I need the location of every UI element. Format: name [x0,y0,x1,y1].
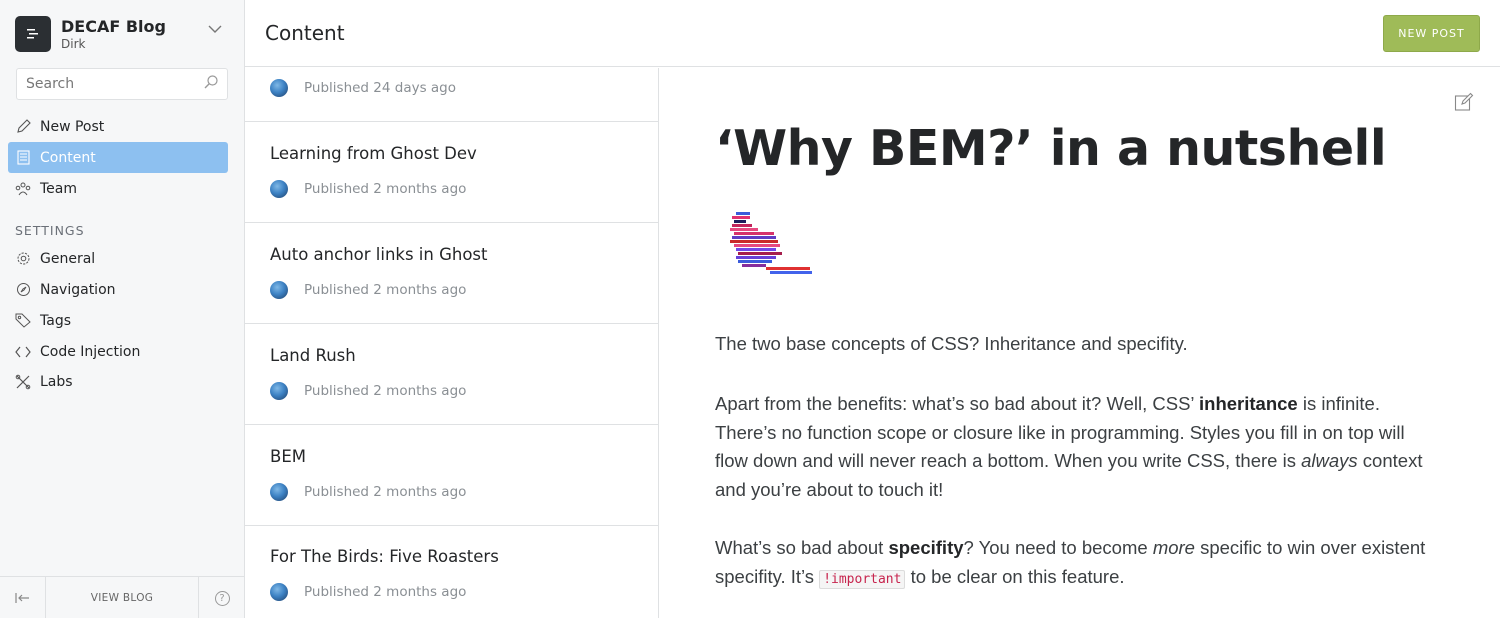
nav-navigation-label: Navigation [40,281,116,298]
post-meta: Published 2 months ago [270,483,466,501]
post-status: Published 2 months ago [304,282,467,298]
nav-general-label: General [40,250,96,267]
team-icon [15,181,31,197]
post-item[interactable]: Published 24 days ago [245,68,658,122]
paragraph-1: The two base concepts of CSS? Inheritanc… [715,333,1188,354]
inline-code: !important [819,569,906,589]
post-item[interactable]: For The Birds: Five Roasters Published 2… [245,526,658,618]
p3-text-c: ? You need to become [963,537,1153,558]
view-blog-link[interactable]: VIEW BLOG [46,577,198,618]
nav-team-label: Team [40,180,78,197]
search-icon [204,75,218,89]
post-list: Published 24 days ago Learning from Ghos… [245,68,659,618]
new-post-button[interactable]: NEW POST [1383,15,1480,52]
post-preview: ‘Why BEM?’ in a nutshell The two base co… [660,68,1500,618]
labs-icon [15,374,31,390]
avatar [270,382,288,400]
nav-tags[interactable]: Tags [0,305,245,336]
p3-text-f: to be clear on this feature. [905,565,1125,587]
nav-labs-label: Labs [40,373,73,390]
search-placeholder: Search [26,76,75,92]
compass-icon [15,282,31,298]
p2-text-a: Apart from the benefits: what’s so bad a… [715,393,1199,414]
post-title: Land Rush [270,346,356,365]
nav-code-injection[interactable]: Code Injection [0,336,245,367]
collapse-sidebar-icon[interactable] [0,577,46,618]
avatar [270,79,288,97]
user-name: Dirk [61,37,86,51]
nav-new-post[interactable]: New Post [0,111,245,142]
search-input[interactable]: Search [16,68,228,100]
nav-new-post-label: New Post [40,118,105,135]
post-title: BEM [270,447,306,466]
avatar [270,281,288,299]
page-header: Content NEW POST [245,0,1500,67]
sidebar: DECAF Blog Dirk Search New Post Content … [0,0,245,618]
avatar [270,483,288,501]
page-title: Content [265,21,345,45]
p3-bold: specifity [888,537,964,558]
content-icon [15,150,31,166]
avatar [270,583,288,601]
nav-content-label: Content [40,149,96,166]
post-item[interactable]: Land Rush Published 2 months ago [245,324,658,425]
nav-navigation[interactable]: Navigation [0,274,245,305]
nav-code-injection-label: Code Injection [40,343,141,360]
post-heading: ‘Why BEM?’ in a nutshell [715,120,1387,177]
nav-general[interactable]: General [0,243,245,274]
edit-icon[interactable] [1454,92,1474,112]
nav-tags-label: Tags [40,312,71,329]
post-meta: Published 24 days ago [270,79,456,97]
tag-icon [15,313,31,329]
nav-content[interactable]: Content [8,142,228,173]
nav-labs[interactable]: Labs [0,366,245,397]
post-status: Published 2 months ago [304,383,467,399]
p2-bold: inheritance [1199,393,1298,414]
avatar [270,180,288,198]
post-meta: Published 2 months ago [270,180,466,198]
bem-illustration [730,212,812,274]
post-title: Learning from Ghost Dev [270,144,477,163]
nav-team[interactable]: Team [0,173,245,204]
pencil-icon [15,119,31,135]
help-icon: ? [214,590,230,606]
post-item[interactable]: BEM Published 2 months ago [245,425,658,526]
post-meta: Published 2 months ago [270,281,466,299]
blog-title: DECAF Blog [61,17,166,36]
post-status: Published 2 months ago [304,484,467,500]
post-title: For The Birds: Five Roasters [270,547,499,566]
sidebar-footer: VIEW BLOG ? [0,576,245,618]
blog-logo-icon [15,16,51,52]
gear-icon [15,251,31,267]
p2-italic: always [1301,450,1358,471]
post-meta: Published 2 months ago [270,382,466,400]
p3-italic: more [1152,537,1195,558]
post-status: Published 24 days ago [304,80,457,96]
post-status: Published 2 months ago [304,181,467,197]
blog-switcher[interactable]: DECAF Blog Dirk [15,16,230,56]
settings-header: SETTINGS [15,223,85,238]
post-item[interactable]: Auto anchor links in Ghost Published 2 m… [245,223,658,324]
post-item[interactable]: Learning from Ghost Dev Published 2 mont… [245,122,658,223]
paragraph-2: Apart from the benefits: what’s so bad a… [715,390,1435,504]
chevron-down-icon[interactable] [208,22,222,38]
post-title: Auto anchor links in Ghost [270,245,488,264]
post-meta: Published 2 months ago [270,583,466,601]
paragraph-3: What’s so bad about specifity? You need … [715,534,1435,594]
p3-text-a: What’s so bad about [715,537,889,558]
help-button[interactable]: ? [198,577,245,618]
code-icon [15,344,31,360]
post-status: Published 2 months ago [304,584,467,600]
